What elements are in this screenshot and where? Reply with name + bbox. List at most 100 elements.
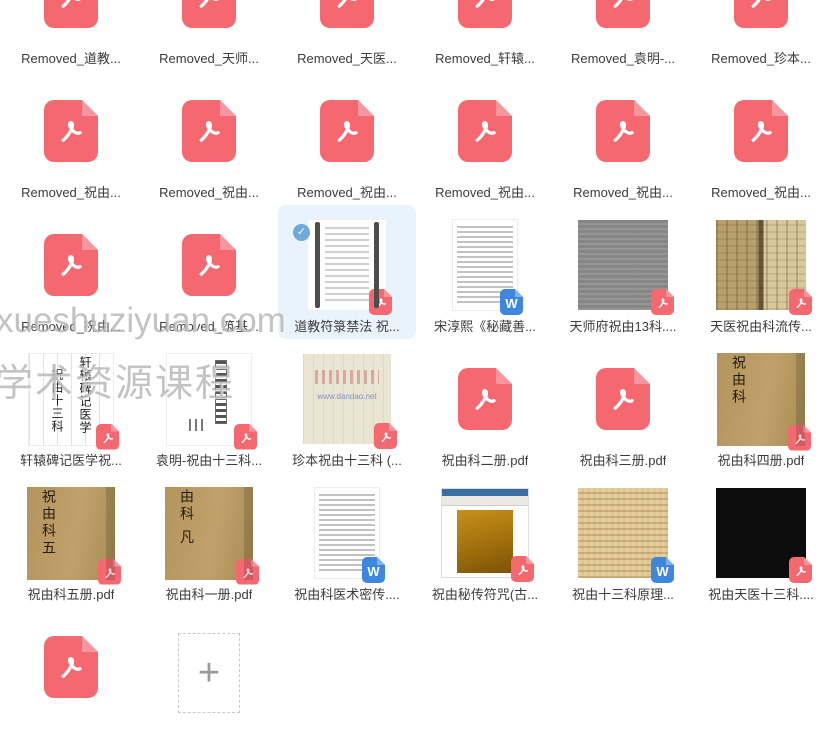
file-label: 祝由科三册.pdf — [580, 453, 667, 469]
file-thumbnail — [716, 488, 806, 578]
folded-corner — [220, 100, 236, 116]
folded-corner — [82, 234, 98, 250]
file-art — [140, 215, 278, 315]
file-thumbnail: 由科 凡 — [165, 487, 253, 580]
folded-corner — [634, 100, 650, 116]
file-tile[interactable]: www.dandao.net 珍本祝由十三科 (... — [278, 339, 416, 473]
file-tile[interactable]: Removed_道教... — [2, 0, 140, 71]
word-badge-icon: W — [500, 289, 523, 315]
add-file-tile[interactable]: + — [140, 607, 278, 741]
text-lines-decoration — [325, 227, 369, 303]
file-thumbnail: 祝由科五 — [27, 487, 115, 580]
file-tile[interactable]: Removed_天医... — [278, 0, 416, 71]
pdf-file-icon — [182, 234, 236, 296]
file-tile[interactable]: Removed_祝由... — [416, 71, 554, 205]
file-tile[interactable]: 祝由科二册.pdf — [416, 339, 554, 473]
file-tile[interactable]: Removed_轩辕... — [416, 0, 554, 71]
file-tile[interactable]: Removed_祝由... — [140, 71, 278, 205]
file-tile[interactable]: 天医祝由科流传... — [692, 205, 830, 339]
pdf-file-icon — [596, 368, 650, 430]
file-art — [554, 0, 692, 47]
file-label: Removed_袁明-... — [571, 51, 675, 67]
file-tile[interactable]: Removed_祝由... — [278, 71, 416, 205]
file-art: 祝由科 — [692, 349, 830, 449]
file-tile[interactable]: W祝由科医术密传.... — [278, 473, 416, 607]
plus-icon: + — [178, 633, 240, 713]
file-art — [554, 215, 692, 315]
file-art: + — [140, 617, 278, 717]
file-label: 天医祝由科流传... — [710, 319, 812, 335]
cover-title-text: 祝由科 — [729, 355, 749, 406]
pdf-file-icon — [320, 0, 374, 28]
file-tile[interactable]: 祝由科五祝由科五册.pdf — [2, 473, 140, 607]
pdf-file-icon — [596, 100, 650, 162]
file-tile[interactable]: 天师府祝由13科.... — [554, 205, 692, 339]
pdf-file-icon — [458, 0, 512, 28]
file-label: Removed_天医... — [297, 51, 397, 67]
file-art — [416, 0, 554, 47]
file-label: Removed_祝由... — [21, 185, 121, 201]
cover-title-text: 祝由科五 — [39, 489, 59, 557]
file-art — [2, 81, 140, 181]
file-label: 宋淳熙《秘藏善... — [434, 319, 536, 335]
file-label: Removed_祝由... — [711, 185, 811, 201]
pdf-file-icon — [320, 100, 374, 162]
file-tile[interactable]: Removed_祝由... — [2, 205, 140, 339]
pdf-file-icon — [458, 100, 512, 162]
file-art — [692, 215, 830, 315]
folded-corner — [634, 368, 650, 384]
file-tile[interactable]: Removed_袁明-... — [554, 0, 692, 71]
file-tile[interactable] — [2, 607, 140, 741]
file-art — [416, 349, 554, 449]
file-label: 轩辕碑记医学祝... — [20, 453, 122, 469]
file-art — [2, 215, 140, 315]
file-tile[interactable]: 由科 凡祝由科一册.pdf — [140, 473, 278, 607]
file-art — [140, 0, 278, 47]
file-thumbnail: 祝由科 — [717, 353, 805, 446]
file-tile[interactable]: 袁明-祝由十三科... — [140, 339, 278, 473]
file-label: 袁明-祝由十三科... — [156, 453, 262, 469]
browser-toolbar — [442, 496, 528, 506]
file-tile[interactable]: Removed_祝由... — [692, 71, 830, 205]
browser-titlebar — [442, 489, 528, 496]
file-tile[interactable]: 祝由科三册.pdf — [554, 339, 692, 473]
vertical-text-column: 祝由十三科 — [50, 368, 64, 445]
file-art — [278, 81, 416, 181]
file-tile[interactable]: W祝由十三科原理... — [554, 473, 692, 607]
file-art: 祝由科五 — [2, 483, 140, 583]
file-label: Removed_祝由... — [435, 185, 535, 201]
file-tile[interactable]: Removed_珍本... — [692, 0, 830, 71]
folded-corner — [772, 100, 788, 116]
file-tile[interactable]: Removed_筑基... — [140, 205, 278, 339]
file-art — [416, 81, 554, 181]
file-tile[interactable]: ✓道教符箓禁法 祝... — [278, 205, 416, 339]
file-label: Removed_筑基... — [159, 319, 259, 335]
file-thumbnail — [716, 220, 806, 310]
folded-corner — [496, 100, 512, 116]
selected-check-icon[interactable]: ✓ — [293, 224, 310, 241]
file-tile[interactable]: 祝由十三科轩辕碑记医学轩辕碑记医学祝... — [2, 339, 140, 473]
file-tile[interactable]: Removed_天师... — [140, 0, 278, 71]
pdf-file-icon — [734, 0, 788, 28]
file-label: 祝由科医术密传.... — [294, 587, 399, 603]
file-tile[interactable]: Removed_祝由... — [2, 71, 140, 205]
file-label: 祝由科五册.pdf — [28, 587, 115, 603]
file-thumbnail — [441, 488, 529, 578]
file-art — [692, 0, 830, 47]
folded-corner — [496, 368, 512, 384]
file-tile[interactable]: W 宋淳熙《秘藏善... — [416, 205, 554, 339]
file-tile[interactable]: Removed_祝由... — [554, 71, 692, 205]
file-tile[interactable]: 祝由科祝由科四册.pdf — [692, 339, 830, 473]
file-art: W — [416, 215, 554, 315]
pdf-file-icon — [182, 0, 236, 28]
folded-corner — [220, 234, 236, 250]
file-label: 珍本祝由十三科 (... — [292, 453, 402, 469]
file-art: www.dandao.net — [278, 349, 416, 449]
file-tile[interactable]: 祝由天医十三科.... — [692, 473, 830, 607]
file-tile[interactable]: 祝由秘传符咒(古... — [416, 473, 554, 607]
file-art — [140, 81, 278, 181]
pdf-badge-icon — [374, 423, 397, 449]
word-badge-icon: W — [651, 557, 674, 583]
pdf-file-icon — [44, 0, 98, 28]
file-thumbnail — [578, 220, 668, 310]
